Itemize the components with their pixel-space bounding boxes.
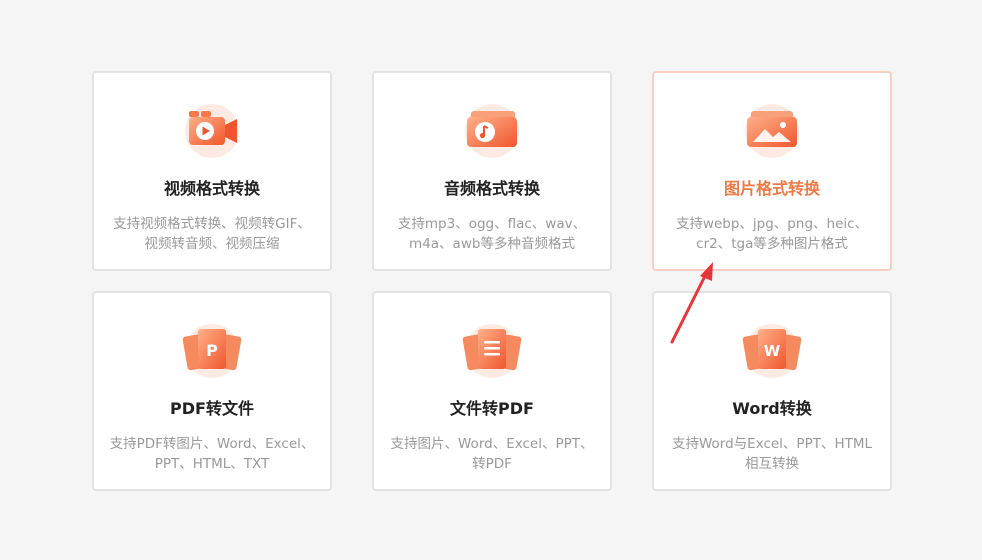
card-description: 支持Word与Excel、PPT、HTML 相互转换	[671, 436, 873, 472]
audio-icon	[457, 97, 527, 161]
card-title: 视频格式转换	[163, 179, 260, 198]
card-file-to-pdf[interactable]: 文件转PDF 支持图片、Word、Excel、PPT、转PDF	[372, 291, 612, 491]
card-title: 文件转PDF	[450, 399, 534, 418]
card-title: PDF转文件	[170, 399, 254, 418]
card-title: 音频格式转换	[443, 179, 540, 198]
card-audio-convert[interactable]: 音频格式转换 支持mp3、ogg、flac、wav、m4a、awb等多种音频格式	[372, 71, 612, 271]
svg-text:W: W	[764, 342, 781, 360]
tool-grid: 视频格式转换 支持视频格式转换、视频转GIF、视频转音频、视频压缩 音频格式转换…	[92, 71, 892, 491]
card-title: Word转换	[732, 399, 812, 418]
card-video-convert[interactable]: 视频格式转换 支持视频格式转换、视频转GIF、视频转音频、视频压缩	[92, 71, 332, 271]
doc-to-pdf-icon	[457, 317, 527, 381]
card-title: 图片格式转换	[723, 179, 820, 198]
card-description: 支持webp、jpg、png、heic、cr2、tga等多种图片格式	[675, 216, 869, 252]
image-icon	[737, 97, 807, 161]
card-pdf-to-file[interactable]: P PDF转文件 支持PDF转图片、Word、Excel、PPT、HTML、TX…	[92, 291, 332, 491]
card-description: 支持PDF转图片、Word、Excel、PPT、HTML、TXT	[109, 436, 315, 472]
word-icon: W	[737, 317, 807, 381]
svg-text:P: P	[206, 341, 218, 360]
pdf-icon: P	[177, 317, 247, 381]
card-description: 支持图片、Word、Excel、PPT、转PDF	[390, 436, 594, 472]
card-word-convert[interactable]: W Word转换 支持Word与Excel、PPT、HTML 相互转换	[652, 291, 892, 491]
card-description: 支持mp3、ogg、flac、wav、m4a、awb等多种音频格式	[397, 216, 587, 252]
video-icon	[177, 97, 247, 161]
card-image-convert[interactable]: 图片格式转换 支持webp、jpg、png、heic、cr2、tga等多种图片格…	[652, 71, 892, 271]
card-description: 支持视频格式转换、视频转GIF、视频转音频、视频压缩	[113, 216, 311, 252]
